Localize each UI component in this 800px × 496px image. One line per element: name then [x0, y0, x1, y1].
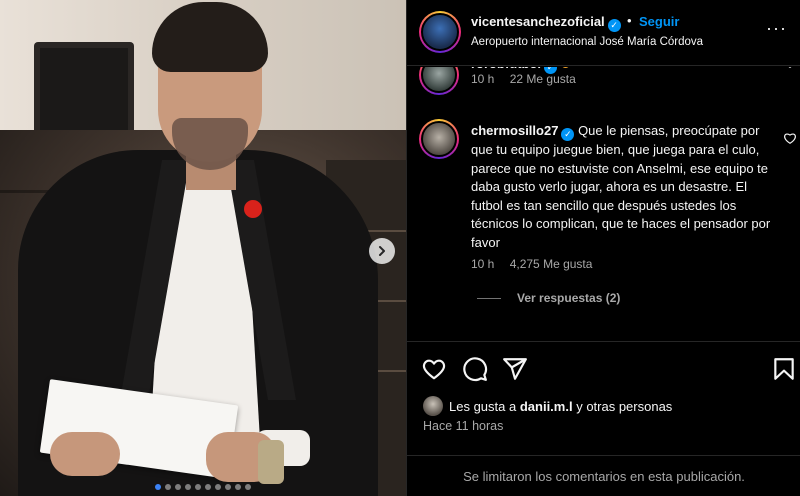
emoji-icon: [561, 67, 571, 68]
photo-hand-left: [50, 432, 120, 476]
carousel-dot: [245, 484, 251, 490]
post-details-panel: vicentesanchezoficial ✓ • Seguir Aeropuer…: [406, 0, 800, 496]
more-icon[interactable]: ···: [766, 18, 787, 39]
author-avatar[interactable]: [419, 11, 461, 53]
heart-icon[interactable]: [783, 131, 797, 145]
comment-meta: 10 h 4,275 Me gusta: [471, 257, 604, 271]
comment-icon[interactable]: [462, 356, 488, 382]
comment-text: chermosillo27 ✓ Que le piensas, preocúpat…: [471, 122, 777, 252]
comment-username[interactable]: chermosillo27: [471, 123, 558, 138]
author-username-text[interactable]: vicentesanchezoficial: [471, 14, 605, 29]
carousel-dot: [175, 484, 181, 490]
replies-divider: [477, 298, 501, 300]
comment-avatar[interactable]: [419, 67, 459, 95]
photo-hair: [152, 2, 268, 72]
comment-username[interactable]: rorobfutbol: [471, 67, 541, 71]
carousel-dot: [235, 484, 241, 490]
heart-icon[interactable]: [783, 67, 797, 69]
author-username[interactable]: vicentesanchezoficial ✓: [471, 14, 621, 32]
likes-prefix: Les gusta a: [449, 398, 517, 414]
carousel-dot: [225, 484, 231, 490]
liker-avatar[interactable]: [423, 396, 443, 416]
follow-button[interactable]: Seguir: [639, 14, 679, 29]
verified-icon: ✓: [561, 128, 575, 141]
comment-likes[interactable]: 22 Me gusta: [510, 72, 576, 86]
comment-avatar[interactable]: [419, 119, 459, 159]
carousel-dot: [185, 484, 191, 490]
share-icon[interactable]: [502, 356, 528, 382]
carousel-dot: [205, 484, 211, 490]
heart-icon[interactable]: [421, 356, 447, 382]
photo-watch: [258, 440, 284, 484]
next-photo-button[interactable]: [369, 238, 395, 264]
chevron-right-icon: [379, 246, 385, 256]
comments-limited-notice: Se limitaron los comentarios en esta pub…: [407, 455, 800, 496]
view-replies-label[interactable]: Ver respuestas (2): [517, 291, 620, 305]
post-header: vicentesanchezoficial ✓ • Seguir Aeropuer…: [407, 0, 800, 66]
bookmark-icon[interactable]: [771, 356, 797, 382]
post-timestamp[interactable]: Hace 11 horas: [423, 419, 503, 433]
header-separator: •: [627, 13, 632, 28]
carousel-indicator: [0, 484, 406, 490]
carousel-dot: [195, 484, 201, 490]
photo-person: [0, 0, 406, 496]
comments-list[interactable]: rorobfutbol ✓ 10 h 22 Me gusta chermosill…: [407, 67, 800, 341]
photo-lapel-flower: [244, 200, 262, 218]
carousel-dot: [215, 484, 221, 490]
comment-body: Que le piensas, preocúpate por que tu eq…: [471, 123, 771, 250]
action-bar: [407, 341, 800, 395]
comment-time[interactable]: 10 h: [471, 257, 494, 271]
likes-suffix[interactable]: y otras personas: [576, 399, 672, 414]
verified-icon: ✓: [607, 19, 621, 32]
comment-time[interactable]: 10 h: [471, 72, 494, 86]
liker-username[interactable]: danii.m.l: [520, 399, 573, 414]
comment-likes[interactable]: 4,275 Me gusta: [510, 257, 593, 271]
post-photo[interactable]: [0, 0, 406, 496]
post-location[interactable]: Aeropuerto internacional José María Córd…: [471, 36, 703, 48]
view-replies-button[interactable]: Ver respuestas (2): [477, 291, 620, 305]
carousel-dot: [165, 484, 171, 490]
likes-summary: Les gusta a danii.m.l y otras personas: [423, 396, 672, 416]
carousel-dot: [155, 484, 161, 490]
comment-meta: 10 h 22 Me gusta: [471, 72, 588, 86]
